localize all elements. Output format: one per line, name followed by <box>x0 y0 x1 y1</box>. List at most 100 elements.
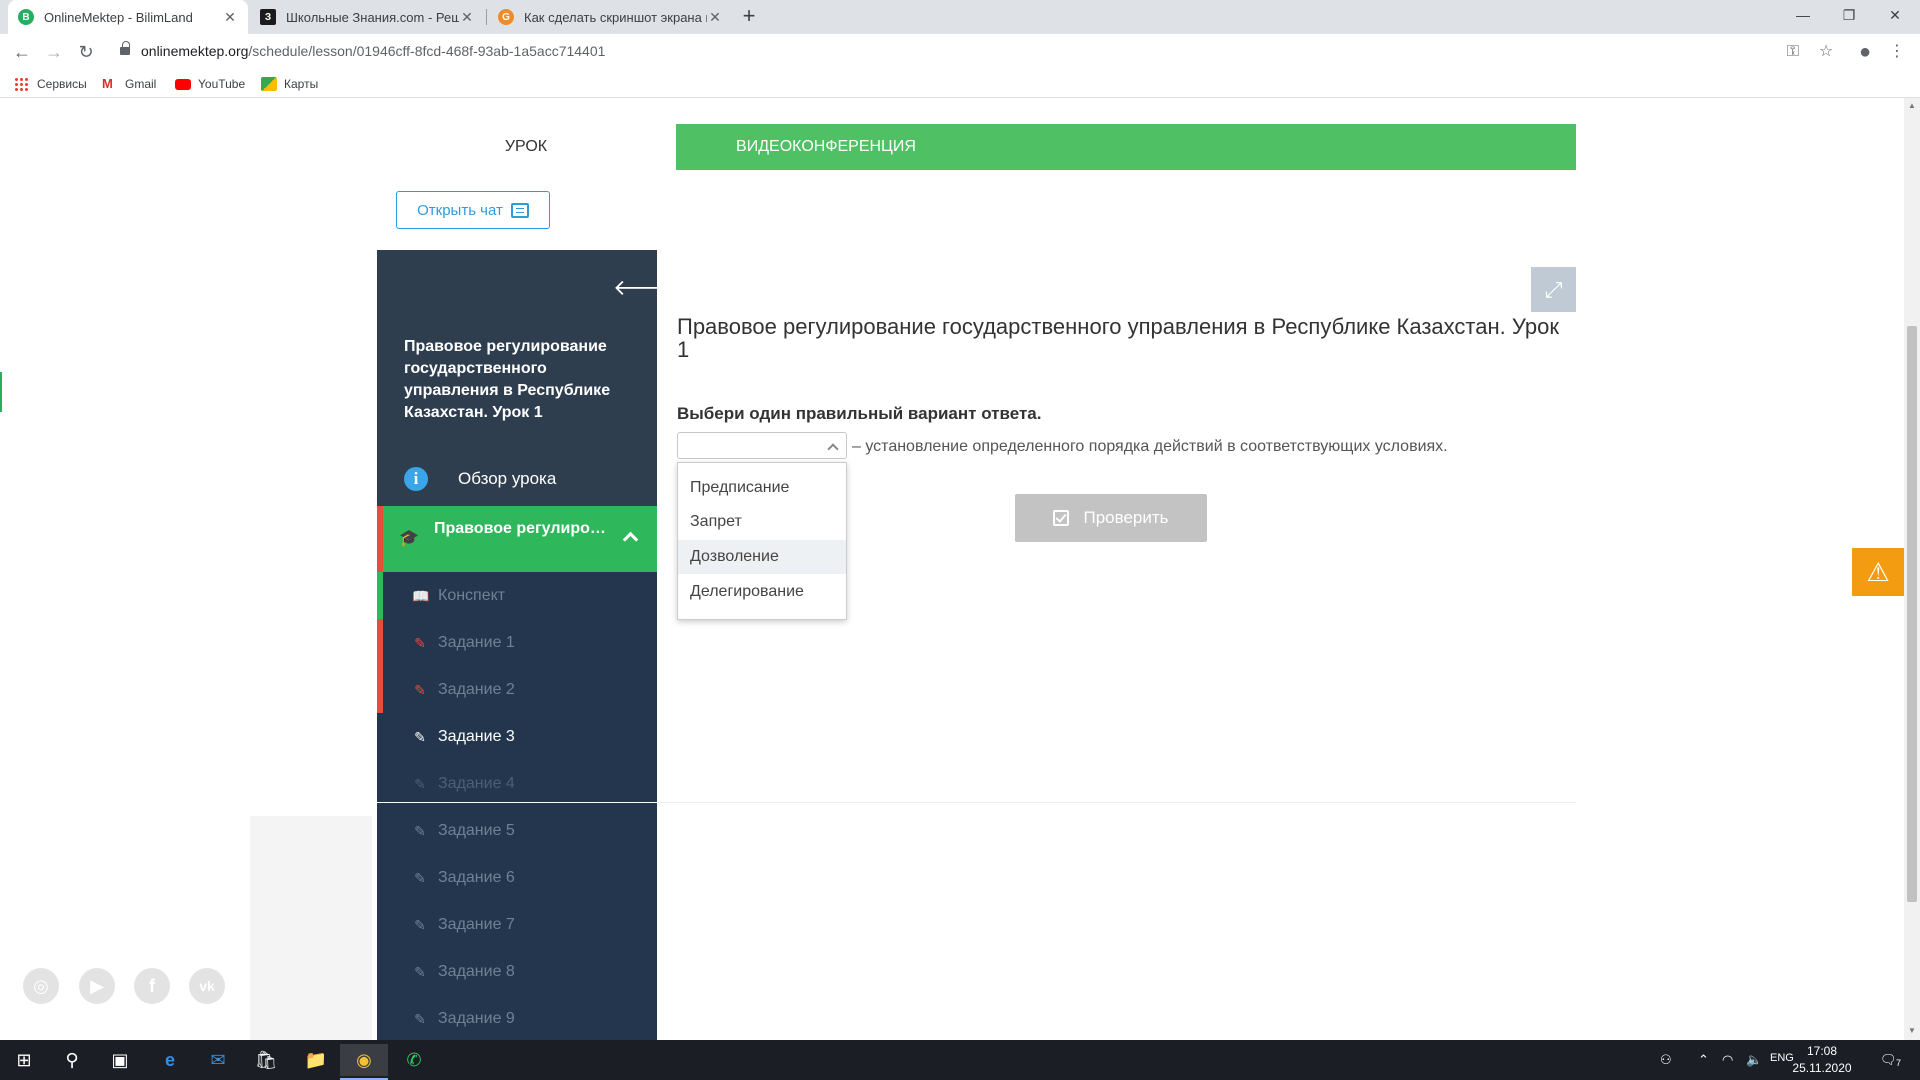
close-window-button[interactable]: ✕ <box>1872 0 1918 30</box>
clock-date: 25.11.2020 <box>1792 1061 1852 1075</box>
browser-tab-onlinemektep[interactable]: B OnlineMektep - BilimLand ✕ <box>8 0 248 34</box>
address-bar[interactable]: onlinemektep.org/schedule/lesson/01946cf… <box>141 43 605 59</box>
profile-avatar-icon[interactable]: ● <box>1852 39 1878 65</box>
dropdown-option[interactable]: Делегирование <box>678 575 846 609</box>
chevron-up-icon[interactable] <box>623 530 637 544</box>
sidebar-item-task-9[interactable]: ✎ Задание 9 <box>377 995 657 1040</box>
close-tab-icon[interactable]: ✕ <box>707 9 723 26</box>
browser-tab-znania[interactable]: З Школьные Знания.com - Решае ✕ <box>250 0 485 34</box>
dropdown-option-highlighted[interactable]: Дозволение <box>678 540 846 574</box>
fullscreen-expand-button[interactable]: ⤢ <box>1531 267 1576 312</box>
sidebar-item-konspekt[interactable]: 📖 Конспект <box>377 572 657 619</box>
scroll-up-icon[interactable]: ▲ <box>1907 101 1917 111</box>
whatsapp-icon[interactable]: ✆ <box>390 1044 438 1076</box>
sidebar-item-task-1[interactable]: ✎ Задание 1 <box>377 619 657 666</box>
sidebar-item-task-7[interactable]: ✎ Задание 7 <box>377 901 657 948</box>
sidebar-item-task-5[interactable]: ✎ Задание 5 <box>377 807 657 854</box>
tray-chevron-icon[interactable]: ⌃ <box>1698 1052 1709 1068</box>
tab-separator <box>486 9 487 25</box>
bookmark-youtube[interactable]: YouTube <box>175 74 245 94</box>
youtube-social-icon[interactable]: ▶ <box>79 968 115 1004</box>
edge-icon[interactable]: e <box>146 1044 194 1076</box>
sidebar-item-task-4[interactable]: ✎ Задание 4 <box>377 760 657 807</box>
open-chat-label: Открыть чат <box>417 201 503 219</box>
store-icon[interactable]: 🛍 <box>242 1044 290 1076</box>
wifi-icon[interactable]: ◠ <box>1722 1052 1733 1068</box>
bookmark-gmail[interactable]: M Gmail <box>102 74 156 94</box>
edit-icon: ✎ <box>414 963 426 980</box>
scroll-down-icon[interactable]: ▼ <box>1907 1026 1917 1036</box>
tab-videoconference[interactable]: ВИДЕОКОНФЕРЕНЦИЯ <box>676 124 976 170</box>
facebook-icon[interactable]: f <box>134 968 170 1004</box>
sidebar-item-task-3[interactable]: ✎ Задание 3 <box>377 713 657 760</box>
browser-tab-screenshot[interactable]: G Как сделать скриншот экрана н ✕ <box>488 0 733 34</box>
sidebar-section-label: Правовое регулирование гос... <box>434 520 614 537</box>
notifications-icon[interactable]: 🗨 <box>1880 1052 1897 1068</box>
bookmark-maps[interactable]: Карты <box>261 74 318 94</box>
browser-menu-icon[interactable]: ⋮ <box>1884 39 1910 65</box>
scrollbar-thumb[interactable] <box>1907 326 1917 902</box>
dropdown-option[interactable]: Запрет <box>678 505 846 539</box>
lesson-tabs: УРОК ВИДЕОКОНФЕРЕНЦИЯ <box>376 124 1576 170</box>
restore-button[interactable]: ❐ <box>1826 0 1872 30</box>
dropdown-option[interactable]: Предписание <box>678 471 846 505</box>
url-domain: onlinemektep.org <box>141 43 249 59</box>
bookmark-star-icon[interactable]: ☆ <box>1813 39 1839 65</box>
page-scrollbar[interactable]: ▲ ▼ <box>1904 98 1920 1040</box>
info-icon: i <box>404 467 428 491</box>
orange-favicon-icon: G <box>498 9 514 25</box>
volume-icon[interactable]: 🔈 <box>1746 1052 1762 1068</box>
answer-select[interactable] <box>677 432 847 459</box>
sidebar-item-task-2[interactable]: ✎ Задание 2 <box>377 666 657 713</box>
windows-taskbar: ⊞ ⚲ ▣ e ✉ 🛍 📁 ◉ ✆ ⚇ ⌃ ◠ 🔈 ENG 17:08 25.1… <box>0 1040 1920 1080</box>
forward-button[interactable]: → <box>40 38 68 66</box>
clock-time: 17:08 <box>1806 1044 1838 1058</box>
minimize-button[interactable]: — <box>1780 0 1826 30</box>
lesson-container: УРОК ВИДЕОКОНФЕРЕНЦИЯ Открыть чат 🡐 Прав… <box>376 124 1576 1040</box>
chrome-icon[interactable]: ◉ <box>340 1044 388 1080</box>
warning-report-button[interactable]: ⚠ <box>1852 548 1904 596</box>
key-icon[interactable]: ⚿ <box>1780 39 1806 65</box>
language-indicator[interactable]: ENG <box>1770 1052 1794 1064</box>
windows-start-icon[interactable]: ⊞ <box>0 1044 48 1076</box>
mail-icon[interactable]: ✉ <box>194 1044 242 1076</box>
left-accent-bar <box>0 372 2 412</box>
close-tab-icon[interactable]: ✕ <box>459 9 475 26</box>
sidebar-item-task-6[interactable]: ✎ Задание 6 <box>377 854 657 901</box>
instagram-icon[interactable]: ◎ <box>23 968 59 1004</box>
back-arrow-icon[interactable]: 🡐 <box>613 276 657 300</box>
reload-button[interactable]: ↻ <box>72 38 100 66</box>
back-button[interactable]: ← <box>8 38 36 66</box>
sidebar-section-current[interactable]: 🎓 Правовое регулирование гос... <box>377 506 657 572</box>
tab-lesson[interactable]: УРОК <box>376 124 676 170</box>
status-mark <box>377 666 383 713</box>
people-icon[interactable]: ⚇ <box>1660 1052 1672 1068</box>
close-tab-icon[interactable]: ✕ <box>222 9 238 26</box>
search-icon[interactable]: ⚲ <box>48 1044 96 1076</box>
sidebar-item-task-8[interactable]: ✎ Задание 8 <box>377 948 657 995</box>
sidebar-item-overview[interactable]: i Обзор урока <box>377 452 657 506</box>
sidebar-item-label: Задание 6 <box>438 868 515 886</box>
new-tab-button[interactable]: + <box>735 2 763 30</box>
bookmarks-bar: Сервисы M Gmail YouTube Карты <box>0 70 1920 98</box>
answer-dropdown: Предписание Запрет Дозволение Делегирова… <box>677 462 847 620</box>
task-view-icon[interactable]: ▣ <box>96 1044 144 1076</box>
url-path: /schedule/lesson/01946cff-8fcd-468f-93ab… <box>248 43 606 59</box>
clock[interactable]: 17:08 25.11.2020 <box>1792 1043 1852 1077</box>
apps-grid-icon <box>14 77 30 91</box>
edit-icon: ✎ <box>414 728 426 745</box>
vk-icon[interactable]: vk <box>189 968 225 1004</box>
chevron-up-icon <box>828 442 838 452</box>
bookmark-services[interactable]: Сервисы <box>14 74 87 94</box>
sidebar-item-label: Задание 5 <box>438 821 515 839</box>
open-chat-button[interactable]: Открыть чат <box>396 191 550 229</box>
lesson-sidebar: 🡐 Правовое регулирование государственног… <box>377 250 657 1040</box>
check-answer-button[interactable]: Проверить <box>1015 494 1207 542</box>
sidebar-item-label: Задание 9 <box>438 1009 515 1027</box>
file-explorer-icon[interactable]: 📁 <box>292 1044 340 1076</box>
sidebar-item-label: Конспект <box>438 586 506 604</box>
edit-icon: ✎ <box>414 775 426 792</box>
sidebar-item-label: Задание 1 <box>438 633 515 651</box>
bilimland-favicon-icon: B <box>18 9 34 25</box>
graduation-cap-icon: 🎓 <box>399 530 419 547</box>
